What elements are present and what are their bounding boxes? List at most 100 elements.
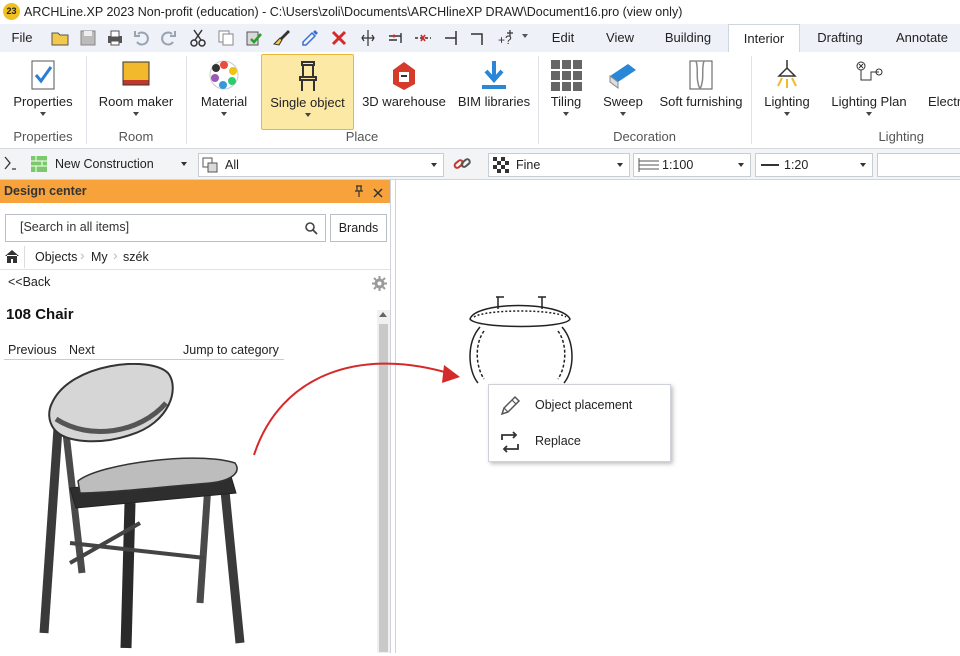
previous-link[interactable]: Previous <box>8 343 57 357</box>
menu-item-object-placement[interactable]: Object placement <box>489 387 670 423</box>
breadcrumb-divider <box>24 246 25 268</box>
detail-scale-combo[interactable]: 1:20 <box>755 153 873 177</box>
tab-file[interactable]: File <box>0 24 44 52</box>
home-icon[interactable] <box>4 248 20 264</box>
scope-value: All <box>225 158 239 172</box>
brands-button[interactable]: Brands <box>330 214 387 242</box>
electrical-label: Electri <box>928 94 960 109</box>
material-button[interactable]: Material <box>192 52 256 132</box>
search-input[interactable]: [Search in all items] <box>5 214 326 242</box>
detail-level-combo[interactable]: Fine <box>488 153 630 177</box>
properties-label: Properties <box>13 94 73 109</box>
chair-preview-image[interactable] <box>30 362 250 653</box>
object-placement-label: Object placement <box>535 398 633 412</box>
redo-icon[interactable] <box>158 28 178 48</box>
tab-view[interactable]: View <box>594 24 646 52</box>
scope-combo[interactable]: All <box>198 153 444 177</box>
chevron-down-icon <box>866 112 872 116</box>
chevron-down-icon <box>784 112 790 116</box>
view-scale-combo[interactable]: 1:100 <box>633 153 751 177</box>
group-label-lighting: Lighting <box>878 129 924 144</box>
coordinate-input[interactable] <box>877 153 960 177</box>
link-icon[interactable] <box>452 155 472 173</box>
layer-manager-icon[interactable] <box>3 155 17 173</box>
paste-icon[interactable] <box>244 28 264 48</box>
align-icon[interactable] <box>386 28 406 48</box>
breadcrumb-separator-icon: › <box>113 247 118 263</box>
sweep-button[interactable]: Sweep <box>596 52 650 132</box>
breadcrumb-szek[interactable]: szék <box>123 246 149 268</box>
trim-icon[interactable] <box>413 28 433 48</box>
design-center-title: Design center <box>4 184 87 198</box>
breadcrumb-my[interactable]: My <box>91 246 108 268</box>
lighting-label: Lighting <box>764 94 810 109</box>
eyedropper-icon[interactable] <box>300 28 320 48</box>
chair-plan-symbol[interactable] <box>466 293 576 388</box>
undo-icon[interactable] <box>132 28 152 48</box>
chevron-down-icon <box>181 162 187 166</box>
curtain-icon <box>684 58 718 92</box>
lighting-plan-icon <box>852 58 886 92</box>
electrical-button[interactable]: Electri <box>922 52 960 132</box>
tab-interior[interactable]: Interior <box>728 24 800 54</box>
cut-icon[interactable] <box>188 28 208 48</box>
soft-furnishing-button[interactable]: Soft furnishing <box>656 52 746 132</box>
window-title: ARCHLine.XP 2023 Non-profit (education) … <box>24 5 683 19</box>
bim-libraries-button[interactable]: BIM libraries <box>454 52 534 132</box>
scroll-up-icon[interactable] <box>379 312 387 317</box>
gear-icon[interactable] <box>372 276 387 291</box>
tab-annotate[interactable]: Annotate <box>884 24 960 52</box>
group-label-room: Room <box>118 129 154 144</box>
properties-icon <box>26 58 60 92</box>
jump-to-category-link[interactable]: Jump to category <box>183 343 279 357</box>
dimension-icon[interactable] <box>358 28 378 48</box>
search-icon[interactable] <box>304 221 318 235</box>
tab-edit[interactable]: Edit <box>538 24 588 52</box>
title-bar: 23 ARCHLine.XP 2023 Non-profit (educatio… <box>0 0 960 24</box>
quick-access-dropdown-icon[interactable] <box>522 34 528 38</box>
print-icon[interactable] <box>105 28 125 48</box>
scrollbar[interactable] <box>377 310 390 653</box>
tiling-label: Tiling <box>550 94 582 109</box>
properties-button[interactable]: Properties <box>4 52 82 132</box>
drawing-canvas[interactable]: Object placement Replace <box>395 180 960 653</box>
divider <box>4 359 284 360</box>
copy-icon[interactable] <box>216 28 236 48</box>
material-palette-icon <box>207 58 241 92</box>
scrollbar-thumb[interactable] <box>379 324 388 652</box>
search-placeholder: [Search in all items] <box>20 220 130 234</box>
layer-combo[interactable]: New Construction <box>27 153 193 175</box>
room-maker-button[interactable]: Room maker <box>92 52 180 132</box>
chevron-down-icon <box>431 163 437 167</box>
line-weight-icon <box>761 164 779 166</box>
chair-icon <box>291 59 325 93</box>
extend-icon[interactable] <box>442 28 462 48</box>
chevron-down-icon <box>617 163 623 167</box>
single-object-button[interactable]: Single object <box>261 54 354 130</box>
delete-icon[interactable] <box>329 28 349 48</box>
next-link[interactable]: Next <box>69 343 95 357</box>
tab-drafting[interactable]: Drafting <box>806 24 874 52</box>
group-label-decoration: Decoration <box>613 129 676 144</box>
tiling-button[interactable]: Tiling <box>543 52 589 132</box>
pin-icon[interactable] <box>354 185 364 197</box>
close-icon[interactable] <box>373 186 383 198</box>
back-link[interactable]: <<Back <box>8 275 50 289</box>
save-icon[interactable] <box>78 28 98 48</box>
brush-icon[interactable] <box>272 28 292 48</box>
corner-icon[interactable] <box>468 28 488 48</box>
open-folder-icon[interactable] <box>50 28 70 48</box>
group-label-properties: Properties <box>13 129 73 144</box>
help-icon[interactable]: +? <box>495 28 515 48</box>
breadcrumb-objects[interactable]: Objects <box>35 246 77 268</box>
soft-furnishing-label: Soft furnishing <box>659 94 743 109</box>
chevron-down-icon <box>620 112 626 116</box>
3d-warehouse-button[interactable]: 3D warehouse <box>358 52 450 132</box>
scope-icon <box>202 157 218 173</box>
lighting-button[interactable]: Lighting <box>758 52 816 132</box>
sweep-label: Sweep <box>603 94 643 109</box>
chevron-down-icon <box>860 163 866 167</box>
menu-item-replace[interactable]: Replace <box>489 423 670 459</box>
tab-building[interactable]: Building <box>652 24 724 52</box>
lighting-plan-button[interactable]: Lighting Plan <box>826 52 912 132</box>
